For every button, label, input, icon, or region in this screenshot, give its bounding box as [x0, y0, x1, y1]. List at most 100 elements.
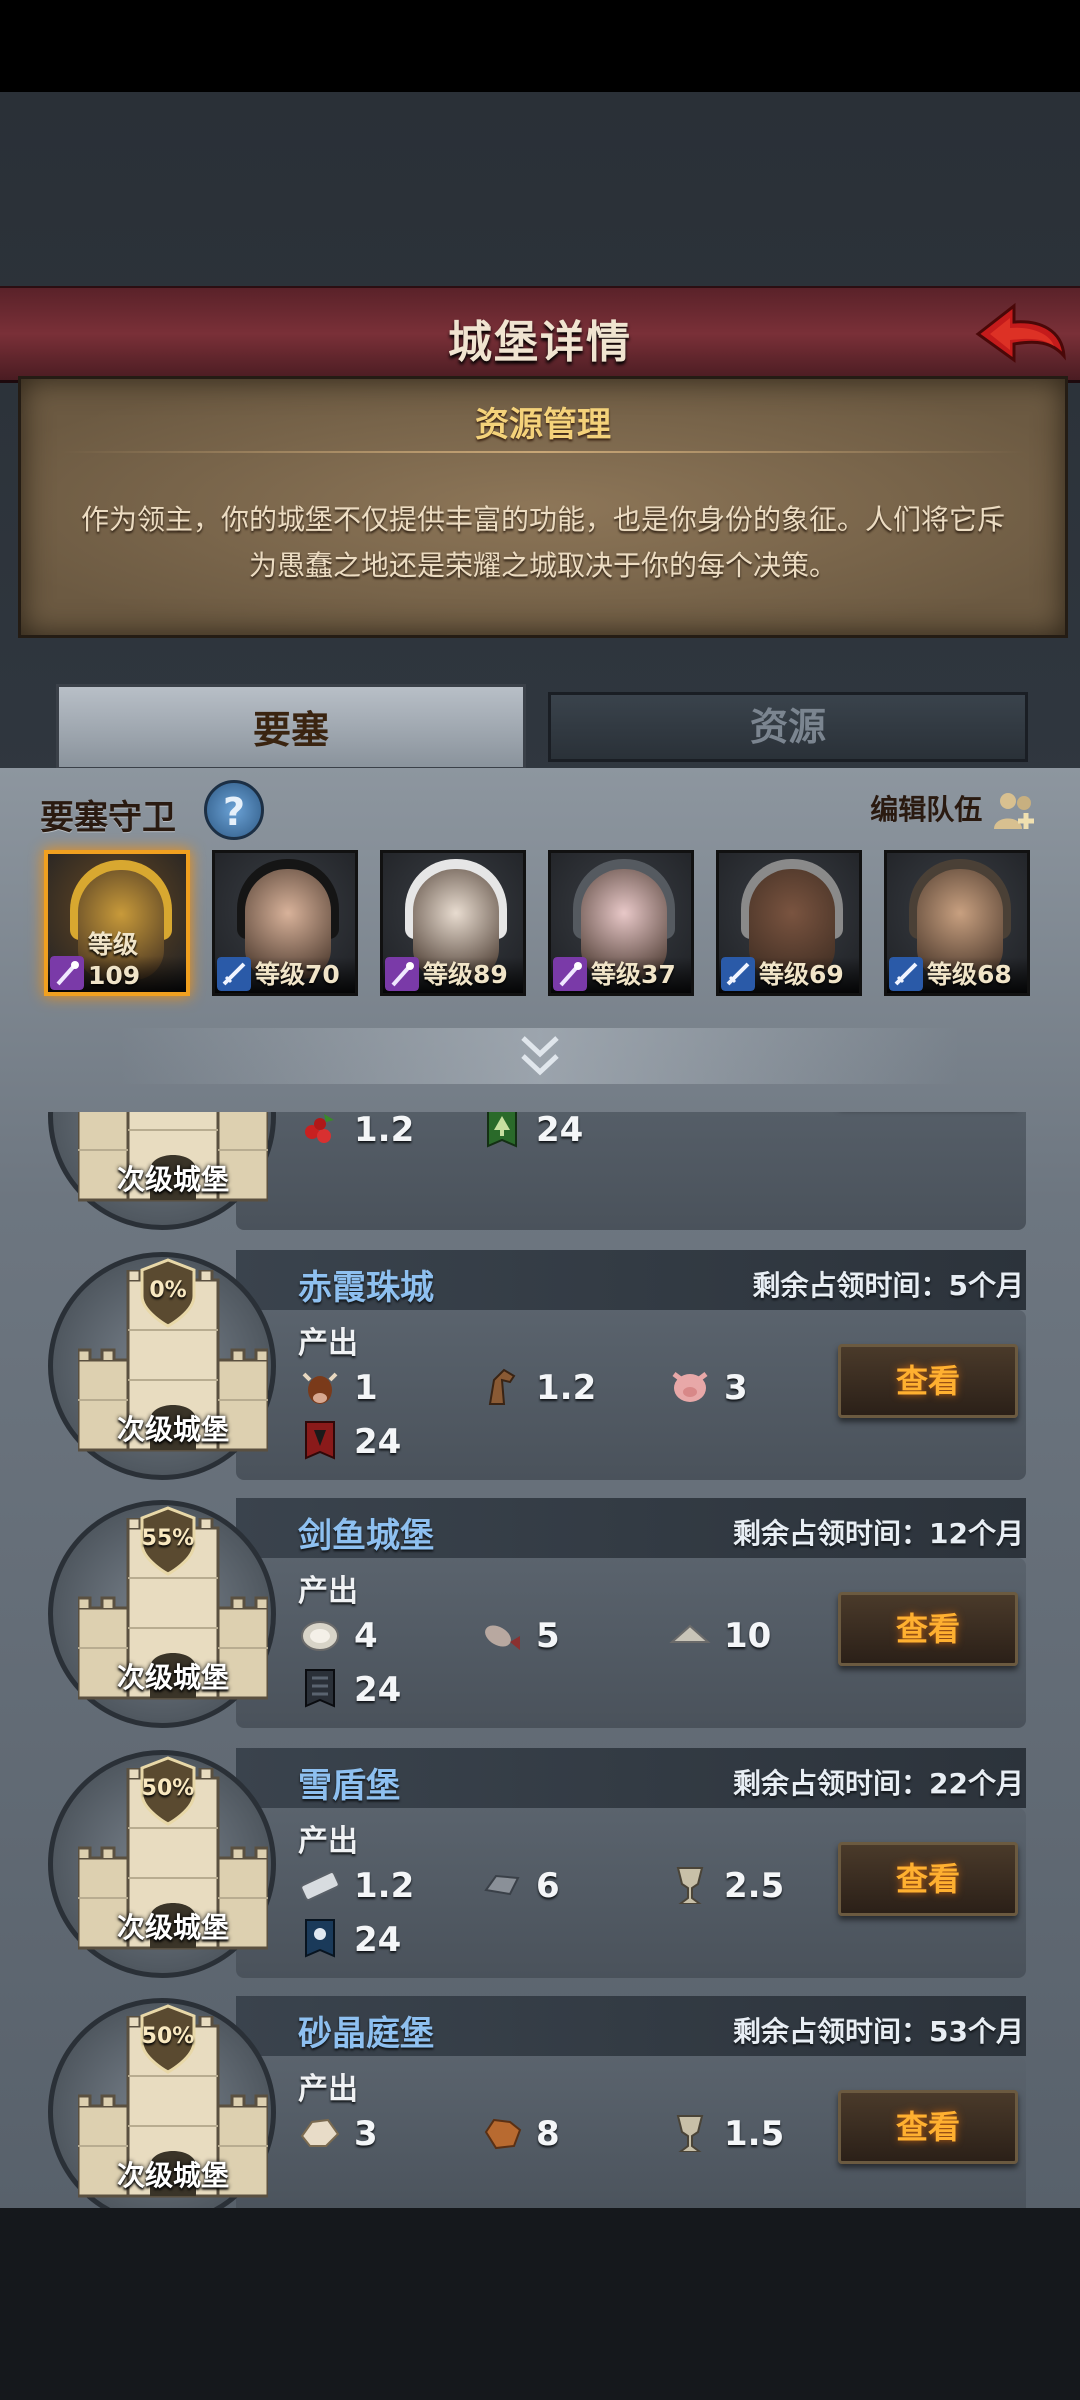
resource-value: 24 — [354, 1670, 402, 1710]
berries-icon — [305, 1114, 334, 1143]
resource-value: 3 — [354, 2114, 378, 2154]
guard-label: 要塞守卫 — [40, 798, 176, 838]
help-icon[interactable]: ? — [204, 780, 264, 840]
castle-type: 次级城堡 — [116, 1911, 229, 1944]
resource-value: 1 — [354, 1368, 378, 1408]
resource-value: 8 — [536, 2114, 560, 2154]
tab-resources[interactable]: 资源 — [548, 692, 1028, 762]
sword-icon — [217, 957, 251, 991]
output-label: 产出 — [298, 1824, 358, 1859]
pig-icon — [672, 1372, 708, 1402]
castle-row: 次级城堡产出0.8151.224查看 — [0, 1112, 1080, 1250]
hero-level: 等级70 — [255, 960, 340, 989]
resource-value: 24 — [354, 1920, 402, 1960]
castle-type: 次级城堡 — [116, 1413, 229, 1446]
silver-bar-icon — [300, 1871, 340, 1901]
staff-icon — [385, 957, 419, 991]
app-root: 城堡详情 资源管理 作为领主，你的城堡不仅提供丰富的功能，也是你身份的象征。人们… — [0, 0, 1080, 2400]
back-arrow-icon[interactable] — [970, 294, 1070, 374]
castle-name[interactable]: 砂晶庭堡 — [298, 2006, 434, 2055]
goblet-icon — [676, 2115, 704, 2152]
remaining-time: 剩余占领时间：53个月 — [733, 2010, 1024, 2050]
crystal-shell-icon — [300, 2118, 340, 2147]
staff-icon — [50, 956, 84, 990]
divider — [61, 451, 1025, 453]
resource-value: 1.5 — [724, 2114, 785, 2154]
castle-name[interactable]: 赤霞珠城 — [298, 1260, 434, 1309]
hero-card[interactable]: 等级70 — [212, 850, 358, 996]
output-label: 产出 — [298, 2072, 358, 2107]
hero-level: 等级89 — [423, 960, 508, 989]
occupation-percent: 0% — [149, 1278, 187, 1303]
resource-value: 5 — [536, 1616, 560, 1656]
hero-card[interactable]: 等级68 — [884, 850, 1030, 996]
tab-fortress[interactable]: 要塞 — [56, 684, 526, 770]
castle-row: 0% 次级城堡 赤霞珠城 剩余占领时间：5个月 产出 1 1.2 3 24 查看 — [0, 1250, 1080, 1500]
shell-icon — [669, 1624, 711, 1643]
resource-value: 6 — [536, 1866, 560, 1906]
remaining-time-value: 22个月 — [929, 1767, 1024, 1800]
remaining-time: 剩余占领时间：12个月 — [733, 1512, 1024, 1552]
add-team-icon — [994, 793, 1034, 829]
output-label: 产出 — [298, 1326, 358, 1361]
remaining-time-label: 剩余占领时间： — [733, 1517, 930, 1550]
chevron-double-down-icon[interactable] — [515, 1030, 565, 1082]
blue-banner-icon — [305, 1919, 335, 1958]
status-bar — [0, 0, 1080, 92]
staff-icon — [553, 957, 587, 991]
tab-bar: 要塞 资源 — [0, 684, 1080, 770]
resource-value: 24 — [536, 1112, 584, 1150]
info-description: 作为领主，你的城堡不仅提供丰富的功能，也是你身份的象征。人们将它斥为愚蠢之地还是… — [80, 503, 1005, 582]
view-button[interactable]: 查看 — [838, 1592, 1018, 1666]
sword-icon — [721, 957, 755, 991]
info-panel: 资源管理 作为领主，你的城堡不仅提供丰富的功能，也是你身份的象征。人们将它斥为愚… — [18, 376, 1068, 638]
remaining-time-value: 5个月 — [948, 1269, 1024, 1302]
dark-banner-icon — [305, 1669, 335, 1708]
resource-value: 1.2 — [354, 1866, 415, 1906]
castle-list: 次级城堡产出0.8151.224查看0%次级城堡赤霞珠城剩余占领时间：5个月产出… — [0, 1112, 1080, 2208]
page-title: 城堡详情 — [448, 317, 632, 368]
fish-icon — [485, 1625, 520, 1650]
red-banner-icon — [305, 1421, 335, 1460]
castle-row: 50% 次级城堡 雪盾堡 剩余占领时间：22个月 产出 1.2 6 2.5 24 查看 — [0, 1748, 1080, 1998]
edit-team-label: 编辑队伍 — [870, 793, 983, 826]
castle-type: 次级城堡 — [116, 1163, 229, 1196]
sword-icon — [889, 957, 923, 991]
view-button[interactable]: 查看 — [838, 1842, 1018, 1916]
tree-banner-icon — [487, 1112, 517, 1148]
resource-value: 4 — [354, 1616, 378, 1656]
view-button[interactable]: 查看 — [838, 1344, 1018, 1418]
hero-card[interactable]: 等级69 — [716, 850, 862, 996]
castle-row: 50% 次级城堡 砂晶庭堡 剩余占领时间：53个月产出 3 8 1.5 查看 — [0, 1996, 1080, 2208]
hero-level: 等级69 — [759, 960, 844, 989]
remaining-time-label: 剩余占领时间： — [733, 2015, 930, 2048]
goblet-icon — [676, 1867, 704, 1904]
castle-type: 次级城堡 — [116, 2159, 229, 2192]
resource-value: 10 — [724, 1616, 772, 1656]
cow-icon — [302, 1372, 338, 1404]
hero-level: 等级68 — [927, 960, 1012, 989]
remaining-time-value: 12个月 — [929, 1517, 1024, 1550]
hero-card[interactable]: 等级89 — [380, 850, 526, 996]
edit-team-button[interactable]: 编辑队伍 — [870, 788, 1040, 833]
hero-card[interactable]: 等级109 — [44, 850, 190, 996]
resource-value: 24 — [354, 1422, 402, 1462]
resource-value: 1.2 — [354, 1112, 415, 1150]
occupation-percent: 50% — [141, 2024, 195, 2049]
bottom-area — [0, 2207, 1080, 2400]
remaining-time-label: 剩余占领时间： — [733, 1767, 930, 1800]
resource-value: 1.2 — [536, 1368, 597, 1408]
occupation-percent: 55% — [141, 1526, 195, 1551]
occupation-percent: 50% — [141, 1776, 195, 1801]
hero-level: 等级37 — [591, 960, 676, 989]
view-button[interactable]: 查看 — [838, 2090, 1018, 2164]
info-title: 资源管理 — [475, 405, 611, 445]
resource-value: 3 — [724, 1368, 748, 1408]
iron-ingot-icon — [484, 1874, 520, 1896]
output-label: 产出 — [298, 1574, 358, 1609]
castle-name[interactable]: 剑鱼城堡 — [298, 1508, 434, 1557]
hero-card[interactable]: 等级37 — [548, 850, 694, 996]
hero-level: 等级109 — [88, 930, 141, 990]
remaining-time-value: 53个月 — [929, 2015, 1024, 2048]
castle-name[interactable]: 雪盾堡 — [298, 1758, 400, 1807]
